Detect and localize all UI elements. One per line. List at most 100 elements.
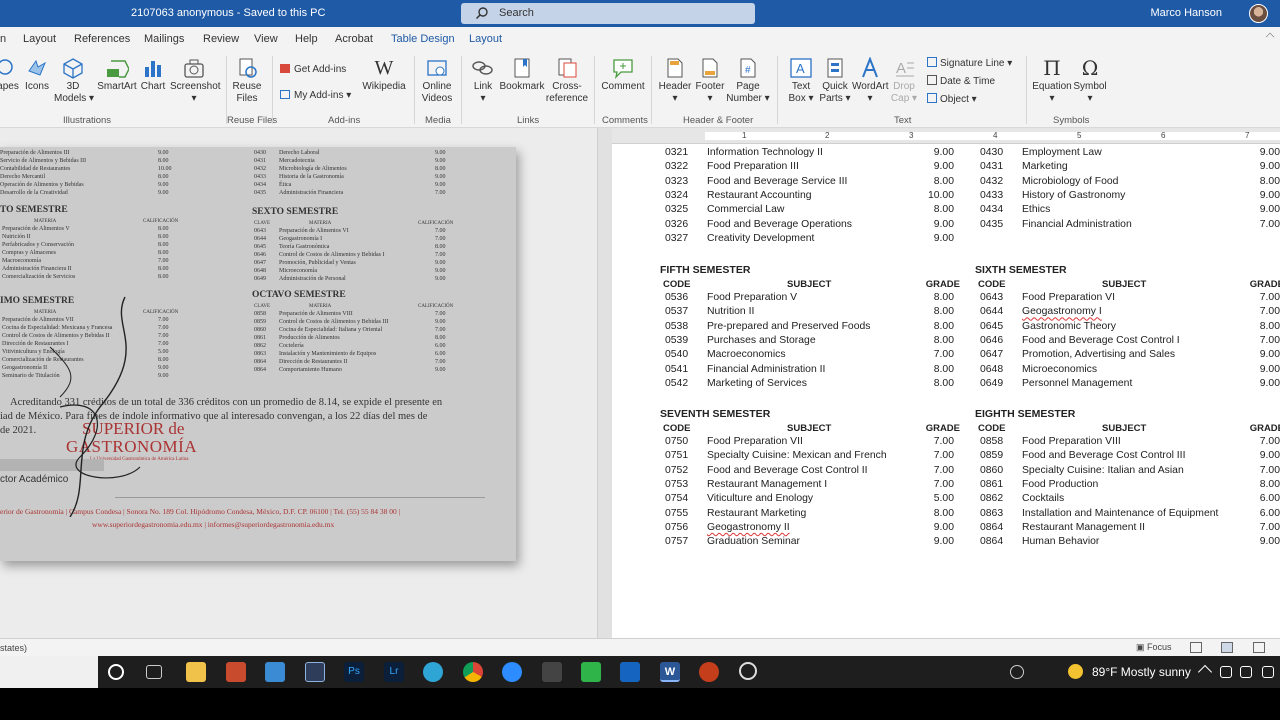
left-document-pane[interactable]: Preparación de Alimentos III Servicio de … xyxy=(0,128,597,638)
signature-line-button[interactable]: Signature Line ▾ xyxy=(927,57,1012,70)
object-button[interactable]: Object ▾ xyxy=(927,93,977,106)
chat-icon[interactable] xyxy=(581,662,601,682)
group-media: Media xyxy=(425,115,451,126)
tab-mailings[interactable]: Mailings xyxy=(144,33,184,45)
course-code: 0322 xyxy=(665,161,689,173)
text-box-button[interactable]: A Text Box ▾ xyxy=(784,57,818,105)
course-table: 0643 Food Preparation VI 7.00 0644 Geogastro… xyxy=(975,292,1280,394)
equation-button[interactable]: Π Equation ▾ xyxy=(1032,57,1072,105)
collapse-ribbon-icon[interactable] xyxy=(1265,32,1275,42)
search-box[interactable]: Search xyxy=(461,3,755,24)
table-row: 0750 Food Preparation VII 7.00 xyxy=(660,436,970,450)
tab-layout[interactable]: Layout xyxy=(23,33,56,45)
cortana-icon[interactable] xyxy=(108,664,124,680)
footer-button[interactable]: Footer ▾ xyxy=(692,57,728,105)
volume-icon[interactable] xyxy=(1262,666,1274,678)
course-grade: 6.00 xyxy=(1259,507,1280,519)
wikipedia-button[interactable]: W Wikipedia xyxy=(360,57,408,93)
outlook-icon[interactable] xyxy=(620,662,640,682)
scan-subject-line: Preparación de Alimentos V xyxy=(2,226,70,232)
scan-subject-line: Ética xyxy=(279,182,292,188)
get-addins-button[interactable]: Get Add-ins xyxy=(280,64,346,76)
table-row: 0644 Geogastronomy I 7.00 xyxy=(975,306,1280,320)
tab-table-design[interactable]: Table Design xyxy=(391,33,455,45)
course-subject: Food Preparation VIII xyxy=(1022,436,1121,447)
app-icon[interactable] xyxy=(305,662,325,682)
zoom-icon[interactable] xyxy=(502,662,522,682)
app-icon[interactable] xyxy=(542,662,562,682)
app-icon[interactable] xyxy=(739,662,757,680)
course-code: 0751 xyxy=(665,450,689,462)
tab-help[interactable]: Help xyxy=(295,33,318,45)
shapes-button[interactable]: apes xyxy=(0,57,20,93)
date-time-button[interactable]: Date & Time xyxy=(927,75,995,88)
avatar[interactable] xyxy=(1249,4,1268,23)
header-button[interactable]: Header ▾ xyxy=(656,57,694,105)
scan-grade: 7.00 xyxy=(435,327,446,333)
comment-button[interactable]: Comment xyxy=(599,57,647,93)
symbol-button[interactable]: Ω Symbol ▾ xyxy=(1072,57,1108,105)
pane-splitter[interactable] xyxy=(597,128,612,638)
page-number-button[interactable]: # Page Number ▾ xyxy=(726,57,770,105)
focus-mode-button[interactable]: ▣ Focus xyxy=(1136,642,1172,653)
weather-status[interactable]: 89°F Mostly sunny xyxy=(1092,665,1191,679)
smartart-button[interactable]: SmartArt xyxy=(96,57,138,93)
network-icon[interactable] xyxy=(1240,666,1252,678)
table-header-row: CODE SUBJECT GRADE xyxy=(975,423,1280,437)
document-title[interactable]: 2107063 anonymous - Saved to this PC xyxy=(131,7,325,19)
user-name[interactable]: Marco Hanson xyxy=(1150,7,1222,19)
tab-references[interactable]: References xyxy=(74,33,130,45)
course-code: 0861 xyxy=(980,478,1004,490)
3d-models-button[interactable]: 3D Models ▾ xyxy=(54,57,94,105)
translated-document-page[interactable]: 0321 Information Technology II 9.00 0322 Foo… xyxy=(612,144,1280,638)
wordart-button[interactable]: WordArt ▾ xyxy=(852,57,889,105)
edge-icon[interactable] xyxy=(423,662,443,682)
tab-acrobat[interactable]: Acrobat xyxy=(335,33,373,45)
course-code: 0859 xyxy=(980,450,1004,462)
tray-icon[interactable] xyxy=(1220,666,1232,678)
drop-cap-button[interactable]: A Drop Cap ▾ xyxy=(888,57,920,105)
course-grade: 9.00 xyxy=(1259,161,1280,173)
course-subject: Graduation Seminar xyxy=(707,536,800,548)
course-subject: Food Preparation VI xyxy=(1022,292,1115,303)
calculator-icon[interactable] xyxy=(265,662,285,682)
col-header-subject: SUBJECT xyxy=(787,279,832,290)
tab-table-layout[interactable]: Layout xyxy=(469,33,502,45)
word-icon[interactable]: W xyxy=(660,662,680,682)
tab-insert[interactable]: n xyxy=(0,33,6,45)
lightroom-icon[interactable]: Lr xyxy=(384,662,404,682)
scan-subject-line: Compras y Almacenes xyxy=(2,250,56,256)
tab-view[interactable]: View xyxy=(254,33,278,45)
tab-review[interactable]: Review xyxy=(203,33,239,45)
bookmark-button[interactable]: Bookmark xyxy=(499,57,545,93)
task-view-icon[interactable] xyxy=(146,665,162,679)
reuse-files-button[interactable]: Reuse Files xyxy=(230,57,264,105)
chevron-up-icon[interactable] xyxy=(1197,664,1213,680)
course-grade: 7.00 xyxy=(933,478,954,490)
quick-parts-button[interactable]: Quick Parts ▾ xyxy=(818,57,852,105)
scan-code: 0430 xyxy=(254,150,266,156)
app-icon[interactable] xyxy=(226,662,246,682)
people-icon[interactable] xyxy=(1010,665,1024,679)
scan-grade: 8.00 xyxy=(158,174,169,180)
link-button[interactable]: Link ▾ xyxy=(468,57,498,105)
course-grade: 8.00 xyxy=(933,377,954,389)
read-mode-icon[interactable] xyxy=(1190,642,1202,653)
horizontal-ruler[interactable]: 1 2 3 4 5 6 7 xyxy=(612,128,1280,144)
screenshot-button[interactable]: Screenshot ▾ xyxy=(170,57,221,105)
web-layout-icon[interactable] xyxy=(1253,642,1265,653)
file-explorer-icon[interactable] xyxy=(186,662,206,682)
chrome-icon[interactable] xyxy=(463,662,483,682)
icons-button[interactable]: Icons xyxy=(24,57,50,93)
photoshop-icon[interactable]: Ps xyxy=(344,662,364,682)
table-row: 0861 Food Production 8.00 xyxy=(975,479,1280,493)
table-row: 0647 Promotion, Advertising and Sales 9.00 xyxy=(975,349,1280,363)
course-subject: Food and Beverage Cost Control III xyxy=(1022,450,1186,462)
print-layout-icon[interactable] xyxy=(1221,642,1233,653)
taskbar-search-area[interactable] xyxy=(0,656,98,688)
powerpoint-icon[interactable] xyxy=(699,662,719,682)
cross-reference-button[interactable]: Cross- reference xyxy=(545,57,589,105)
chart-button[interactable]: Chart xyxy=(139,57,167,93)
online-videos-button[interactable]: Online Videos xyxy=(419,57,455,105)
my-addins-button[interactable]: My Add-ins ▾ xyxy=(280,90,351,102)
